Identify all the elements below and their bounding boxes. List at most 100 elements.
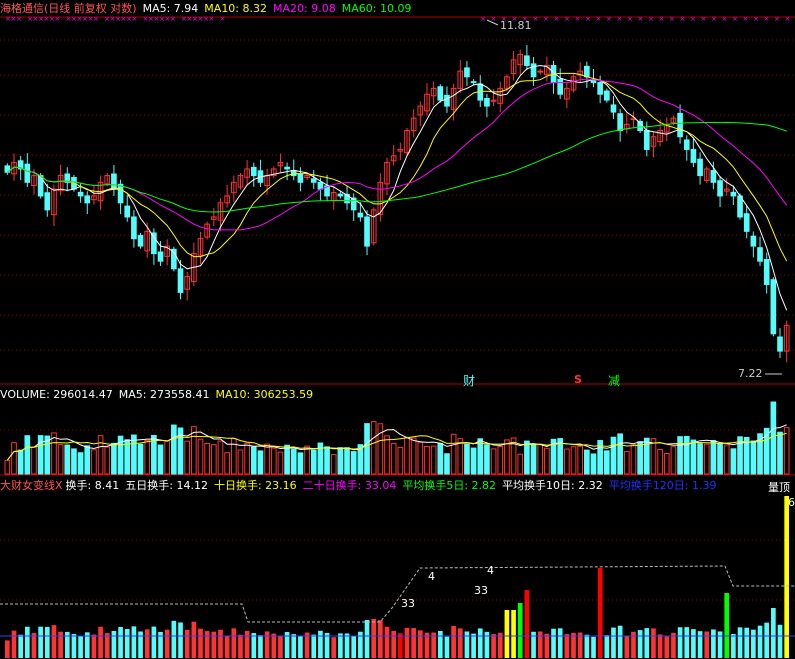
signal-marker: × — [690, 15, 696, 23]
volume-bar — [703, 443, 710, 475]
turnover-bar — [324, 632, 330, 658]
turnover-bar — [318, 630, 323, 658]
turnover-bar — [178, 622, 183, 658]
volume-bar — [397, 446, 404, 475]
volume-bar — [717, 443, 723, 475]
volume-bar — [390, 442, 397, 475]
turnover-bar — [218, 629, 223, 658]
turnover-bar — [451, 625, 456, 658]
turnover-bar — [751, 629, 756, 658]
volume-bar — [290, 448, 297, 475]
volume-bar — [284, 444, 290, 475]
turnover-bar — [657, 634, 663, 658]
stock-chart[interactable]: × × × × × × × × × × × × × × × × × × × × × × × × × × × × × × × × × × × × × × × ×… — [0, 0, 795, 659]
volume-bar — [157, 444, 164, 475]
turnover-bar — [397, 633, 403, 658]
candle-down — [470, 81, 477, 84]
candle-down — [464, 67, 470, 78]
turnover-bar — [597, 568, 603, 658]
signal-marker: × — [575, 15, 581, 23]
turnover-bar — [497, 632, 503, 658]
volume-bar — [663, 453, 670, 475]
signal-marker: × — [533, 15, 539, 23]
turnover-bar — [557, 628, 563, 658]
volume-bar — [350, 451, 357, 475]
turnover-bar — [544, 633, 550, 658]
volume-bar — [270, 447, 277, 475]
volume-bar — [264, 443, 270, 475]
signal-marker: × — [617, 15, 623, 23]
turnover-bar — [584, 634, 590, 658]
turnover-bar — [404, 627, 410, 658]
candle-down — [111, 173, 117, 190]
volume-bar — [770, 401, 777, 475]
volume-bar — [424, 445, 430, 475]
signal-marker: × — [732, 15, 738, 23]
turnover-bar — [18, 634, 23, 658]
turnover-mark-4a: 4 — [428, 570, 435, 583]
turnover-bar — [251, 633, 257, 658]
turnover-bar — [591, 636, 596, 658]
signal-marker: × — [55, 15, 61, 23]
turnover-bar — [111, 630, 117, 658]
volume-bar — [384, 435, 390, 475]
candle-down — [124, 205, 131, 218]
turnover-bar — [151, 626, 157, 658]
volume-bar — [697, 443, 703, 475]
volume-bar — [750, 440, 757, 475]
volume-bar — [304, 445, 310, 475]
volume-bar — [470, 447, 477, 475]
turnover-bar — [338, 633, 343, 658]
signal-marker: × — [606, 15, 612, 23]
turnover-bar — [744, 627, 750, 658]
volume-bar — [344, 447, 350, 475]
volume-bar — [370, 421, 377, 475]
volume-bar — [723, 444, 730, 475]
turnover-bar — [191, 621, 197, 658]
volume-bar — [144, 439, 151, 475]
turnover-bar — [564, 634, 570, 658]
turnover-bar — [264, 631, 270, 658]
signal-marker: × — [722, 15, 728, 23]
turnover-bar — [271, 633, 277, 658]
turnover-bar — [71, 634, 77, 658]
turnover-bar — [44, 626, 50, 658]
volume-bar — [184, 440, 191, 475]
turnover-mark-6: 6 — [788, 496, 795, 509]
volume-bar — [610, 436, 617, 475]
candle-down — [524, 55, 530, 66]
turnover-bar — [331, 637, 337, 658]
turnover-bar — [617, 625, 623, 658]
candle-down — [690, 148, 697, 163]
turnover-bar — [664, 636, 670, 658]
volume-bar — [464, 443, 470, 475]
turnover-bar — [351, 635, 357, 658]
turnover-bar — [784, 496, 790, 658]
volume-bar — [337, 447, 344, 475]
turnover-mark-33a: 33 — [401, 597, 415, 610]
candle-up — [537, 70, 544, 73]
turnover-bar — [4, 640, 10, 658]
signal-marker: × — [743, 15, 749, 23]
turnover-bar — [291, 634, 297, 658]
volume-bar — [584, 449, 590, 475]
turnover-bar — [717, 631, 723, 658]
turnover-bar — [731, 634, 736, 658]
candle-down — [770, 279, 777, 335]
turnover-bar — [131, 626, 137, 658]
turnover-bar — [417, 630, 423, 658]
price-header: 海格通信(日线 前复权 对数) MA5: 7.94 MA10: 8.32 MA20: … — [0, 2, 417, 16]
candle-down — [77, 191, 84, 197]
turnover-bar — [624, 635, 630, 658]
volume-bar — [444, 453, 450, 475]
volume-bar — [17, 449, 24, 475]
turnover-bar — [144, 629, 150, 658]
turnover-bar — [671, 632, 676, 658]
signal-marker: × — [596, 15, 602, 23]
turnover-bar — [711, 629, 716, 658]
candle-down — [750, 235, 757, 247]
volume-bar — [11, 442, 17, 475]
turnover-mark-33b: 33 — [474, 584, 488, 597]
volume-bar — [137, 443, 144, 475]
signal-marker: × — [638, 15, 644, 23]
